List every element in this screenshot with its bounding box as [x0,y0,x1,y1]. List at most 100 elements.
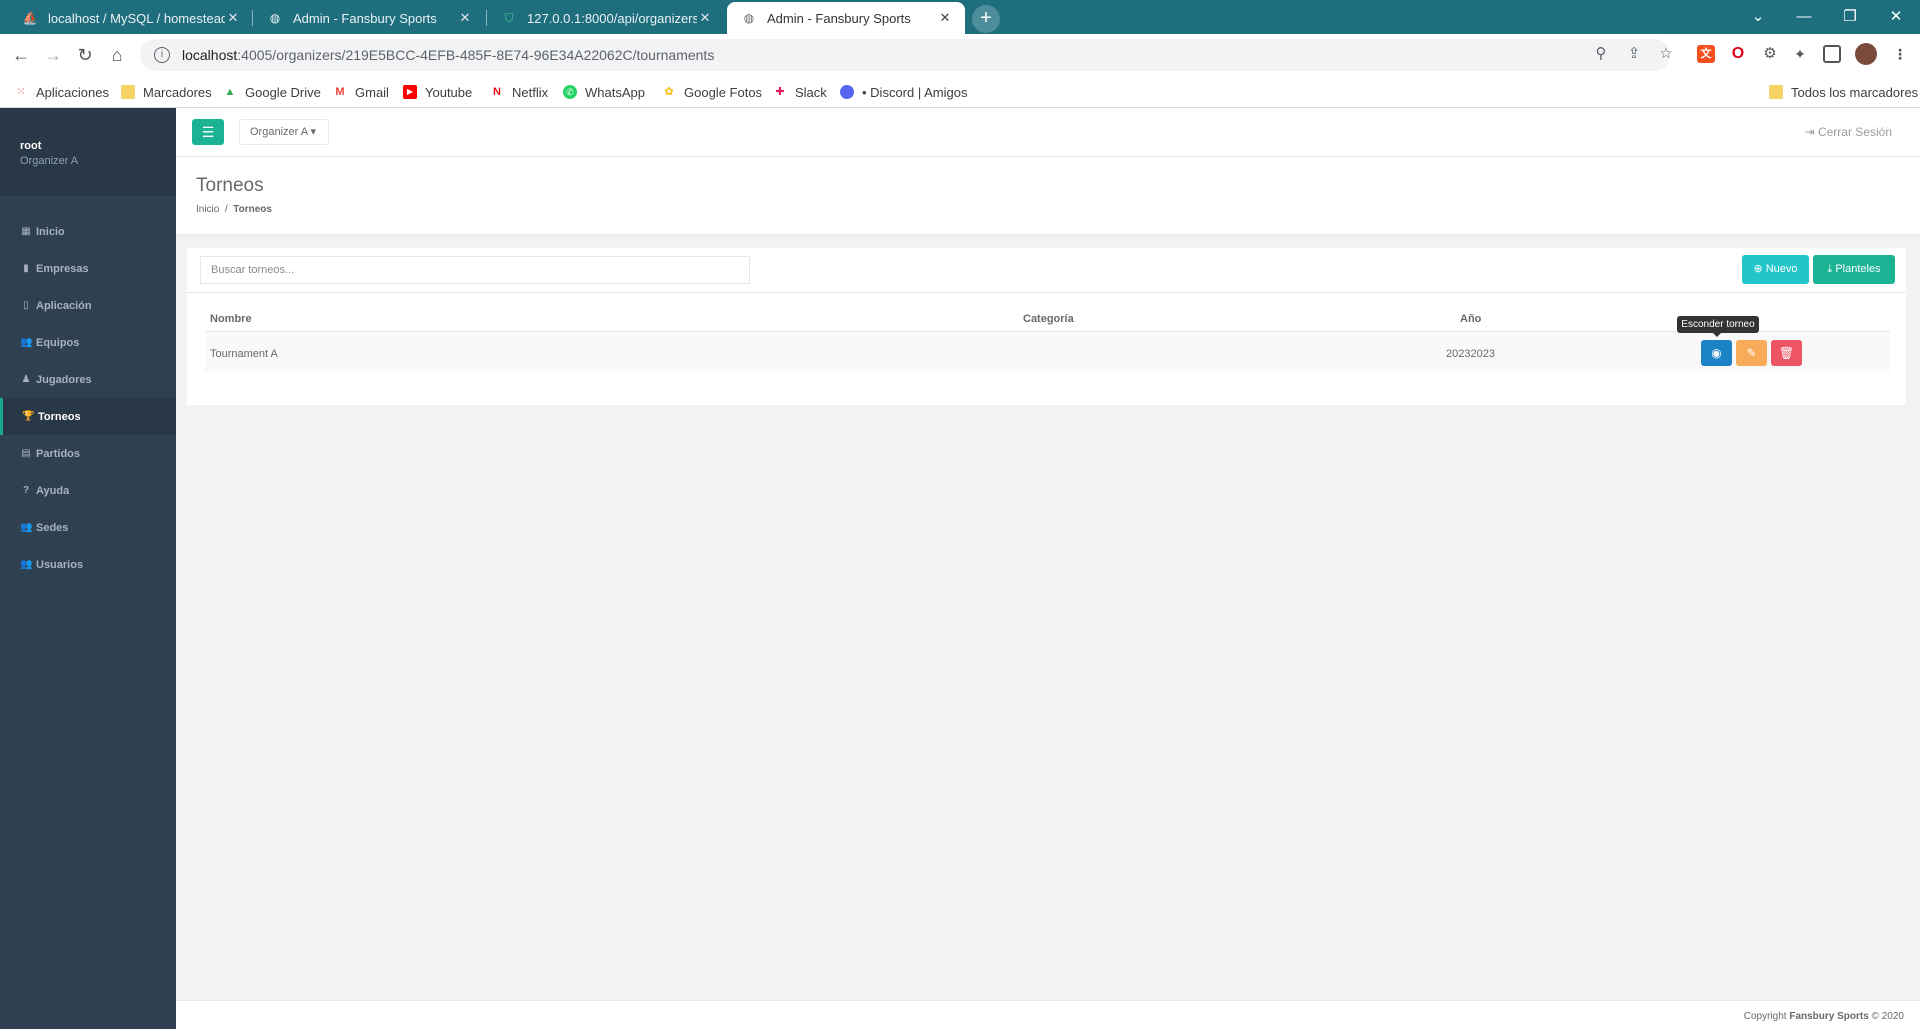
url-host: localhost [182,47,238,63]
download-icon: ⤓ [1827,263,1833,275]
extension-translate-icon[interactable]: 文 [1697,45,1715,63]
bookmark-netflix[interactable]: N Netflix [490,82,548,102]
bookmark-youtube[interactable]: ▶ Youtube [403,82,472,102]
bookmark-whatsapp[interactable]: ✆ WhatsApp [563,82,645,102]
trophy-icon: 🏆 [22,411,35,422]
edit-tournament-button[interactable]: ✎ [1736,340,1767,366]
user-profile: root Organizer A [0,108,176,196]
phpmyadmin-icon: ⛵ [22,11,38,25]
home-icon[interactable]: ⌂ [105,43,129,67]
calendar-icon: ▤ [21,448,31,459]
logout-link[interactable]: ⇥ Cerrar Sesión [1805,125,1892,139]
address-bar[interactable]: i localhost:4005/organizers/219E5BCC-4EF… [140,39,1670,71]
divider [187,292,1906,293]
forward-icon[interactable]: → [41,43,65,67]
site-info-icon[interactable]: i [154,47,170,63]
browser-tab-3[interactable]: ⛉ 127.0.0.1:8000/api/organizers/2 ✕ [487,2,725,34]
back-icon[interactable]: ← [9,43,33,67]
user-role: Organizer A [20,155,79,167]
sidebar-item-sedes[interactable]: 👥 Sedes [0,509,176,546]
tournaments-panel: Buscar torneos... ⊕ Nuevo ⤓ Planteles No… [187,248,1906,405]
bookmark-star-icon[interactable]: ☆ [1655,43,1677,65]
column-header-name: Nombre [210,313,252,325]
tab-title: Admin - Fansbury Sports [767,10,911,26]
bookmark-discord[interactable]: • Discord | Amigos [840,82,967,102]
extensions-puzzle-icon[interactable]: ✦ [1791,45,1809,63]
menu-toggle-button[interactable]: ☰ [192,119,224,145]
bookmark-label: Todos los marcadores [1791,84,1919,100]
shield-icon: ⛉ [504,10,514,25]
browser-tab-2[interactable]: ◍ Admin - Fansbury Sports ✕ [253,2,485,34]
footer-suffix: © 2020 [1871,1011,1904,1022]
sidebar-item-label: Partidos [36,447,81,460]
close-window-icon[interactable]: ✕ [1873,4,1919,30]
sidebar-item-aplicacion[interactable]: ▯ Aplicación [0,287,176,324]
bookmark-google-drive[interactable]: ▲ Google Drive [223,82,321,102]
minimize-icon[interactable]: — [1781,4,1827,30]
bookmark-label: Marcadores [143,84,212,100]
avatar[interactable] [1855,43,1877,65]
share-icon[interactable]: ⇪ [1623,43,1645,65]
extension-gear-icon[interactable]: ⚙ [1761,45,1779,63]
templates-button[interactable]: ⤓ Planteles [1813,255,1895,284]
bookmark-label: Gmail [355,84,389,100]
bookmark-slack[interactable]: ✚ Slack [773,82,826,102]
bookmark-gmail[interactable]: M Gmail [333,82,389,102]
bookmark-apps[interactable]: ⁙ Aplicaciones [14,82,109,102]
caret-down-icon: ▾ [307,126,317,138]
bookmark-google-fotos[interactable]: ✿ Google Fotos [662,82,762,102]
breadcrumb-separator: / [222,204,231,215]
footer: Copyright Fansbury Sports © 2020 [176,1000,1920,1029]
tooltip: Esconder torneo [1677,316,1759,337]
pencil-icon: ✎ [1746,346,1757,360]
close-icon[interactable]: ✕ [937,10,953,26]
close-icon[interactable]: ✕ [225,10,241,26]
sidebar-item-label: Usuarios [36,558,84,571]
close-icon[interactable]: ✕ [457,10,473,26]
sidebar-item-torneos[interactable]: 🏆 Torneos [0,398,176,435]
sidebar-item-label: Inicio [36,225,65,238]
side-panel-icon[interactable] [1823,45,1841,63]
zoom-icon[interactable]: ⚲ [1590,43,1612,65]
bookmarks-bar: ⁙ Aplicaciones Marcadores ▲ Google Drive M… [0,76,1920,108]
browser-tab-4-active[interactable]: ◍ Admin - Fansbury Sports ✕ [727,2,965,34]
hide-tournament-button[interactable]: ◉ [1701,340,1732,366]
sidebar-item-label: Ayuda [36,484,70,497]
sidebar-item-ayuda[interactable]: ? Ayuda [0,472,176,509]
tab-search-icon[interactable]: ⌄ [1735,4,1781,30]
bookmark-label: Youtube [425,84,473,100]
extension-opera-icon[interactable]: O [1729,45,1747,63]
browser-tab-1[interactable]: ⛵ localhost / MySQL / homestead ✕ [8,2,253,34]
sidebar-item-jugadores[interactable]: ♟ Jugadores [0,361,176,398]
search-input[interactable]: Buscar torneos... [200,256,750,284]
sidebar-item-label: Jugadores [36,373,92,386]
bookmark-label: Aplicaciones [36,84,109,100]
bookmark-marcadores[interactable]: Marcadores [121,82,212,102]
delete-tournament-button[interactable]: 🗑 [1771,340,1802,366]
cell-name: Tournament A [210,348,278,360]
breadcrumb-home[interactable]: Inicio [196,204,219,215]
sidebar-item-inicio[interactable]: ▦ Inicio [0,213,176,250]
folder-icon [1769,85,1783,99]
google-photos-icon: ✿ [664,86,674,98]
sidebar-item-equipos[interactable]: 👥 Equipos [0,324,176,361]
mobile-icon: ▯ [23,300,29,311]
sidebar-item-empresas[interactable]: ▮ Empresas [0,250,176,287]
new-tab-icon[interactable]: + [972,5,1000,33]
bookmark-label: Google Drive [245,84,321,100]
organizer-dropdown[interactable]: Organizer A ▾ [239,119,329,145]
users-icon: 👥 [20,337,33,348]
sidebar-item-usuarios[interactable]: 👥 Usuarios [0,546,176,583]
close-icon[interactable]: ✕ [697,10,713,26]
bookmark-all[interactable]: Todos los marcadores [1769,82,1918,102]
netflix-icon: N [493,86,501,98]
sidebar: root Organizer A ▦ Inicio ▮ Empresas ▯ Apli… [0,108,176,1029]
new-tournament-button[interactable]: ⊕ Nuevo [1742,255,1809,284]
reload-icon[interactable]: ↻ [73,43,97,67]
hamburger-icon: ☰ [201,124,215,140]
sidebar-item-partidos[interactable]: ▤ Partidos [0,435,176,472]
users-icon: 👥 [20,522,33,533]
menu-kebab-icon[interactable]: ⋮ [1891,45,1909,63]
breadcrumb-current: Torneos [233,204,272,215]
restore-icon[interactable]: ❐ [1827,4,1873,30]
